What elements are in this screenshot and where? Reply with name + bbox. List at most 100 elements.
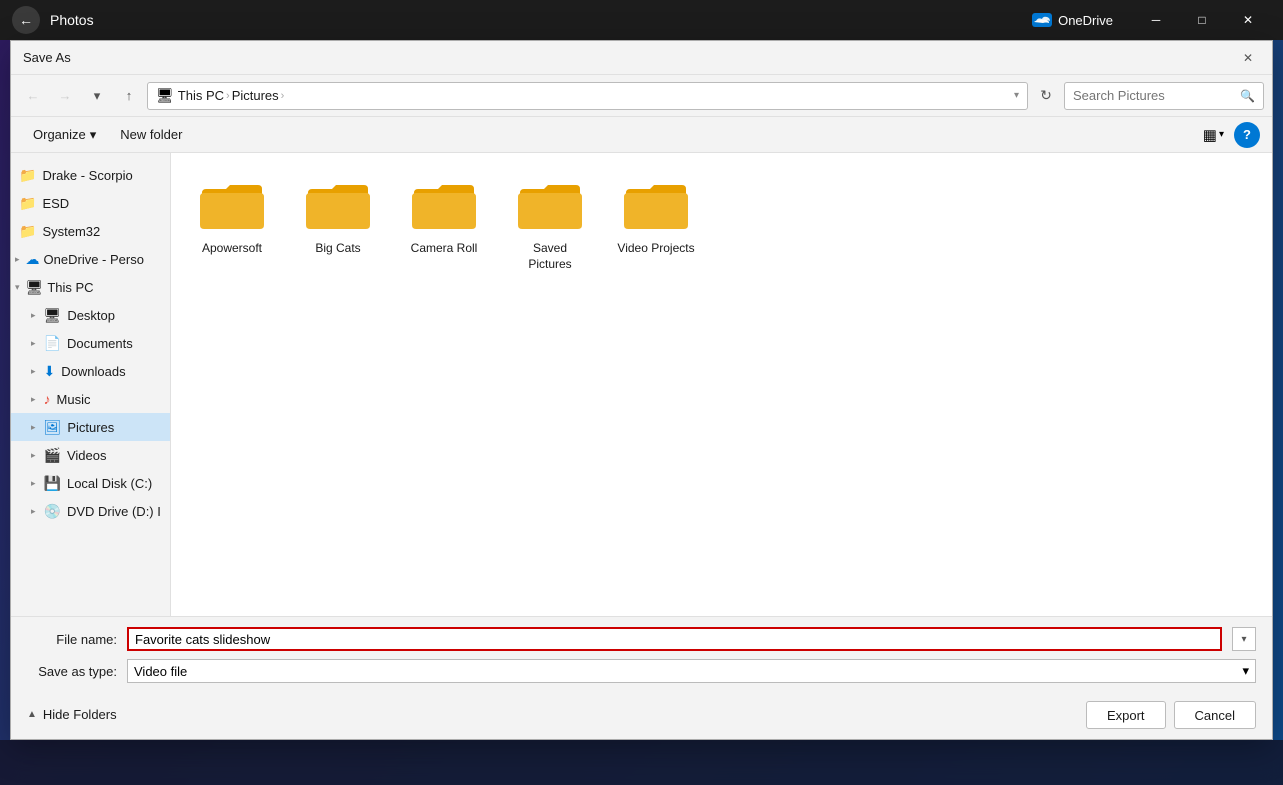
folder-grid: Apowersoft Big Cats bbox=[187, 169, 1256, 278]
location-icon: 🖥 bbox=[156, 87, 174, 104]
folder-item-apowersoft[interactable]: Apowersoft bbox=[187, 169, 277, 278]
onedrive-chevron-icon: ▸ bbox=[15, 254, 20, 265]
sidebar: 📁 Drake - Scorpio 📁 ESD 📁 System32 ▸ ☁ O… bbox=[11, 153, 171, 616]
help-button[interactable]: ? bbox=[1234, 122, 1260, 148]
cancel-button[interactable]: Cancel bbox=[1174, 701, 1256, 729]
sidebar-label-this-pc: This PC bbox=[47, 280, 93, 295]
sidebar-item-music[interactable]: ▸ ♪ Music bbox=[11, 385, 170, 413]
downloads-chevron-icon: ▸ bbox=[31, 366, 36, 377]
sidebar-item-videos[interactable]: ▸ 🎬 Videos bbox=[11, 441, 170, 469]
breadcrumb-pictures: Pictures bbox=[232, 88, 279, 103]
folder-icon-wrap-apowersoft bbox=[196, 175, 268, 235]
close-button[interactable]: ✕ bbox=[1225, 0, 1271, 40]
this-pc-icon: 🖥 bbox=[26, 279, 44, 296]
taskbar bbox=[0, 740, 1283, 785]
videos-chevron-icon: ▸ bbox=[31, 450, 36, 461]
folder-icon-esd: 📁 bbox=[19, 195, 36, 212]
pictures-icon: 🖼 bbox=[44, 419, 62, 436]
music-icon: ♪ bbox=[44, 391, 51, 407]
refresh-icon: ↻ bbox=[1040, 87, 1052, 104]
address-bar: ← → ▾ ↑ 🖥 This PC › Pictures › ▾ ↻ 🔍 bbox=[11, 75, 1272, 117]
folder-icon-wrap-saved-pictures bbox=[514, 175, 586, 235]
filename-chevron-icon: ▾ bbox=[1241, 634, 1246, 645]
documents-chevron-icon: ▸ bbox=[31, 338, 36, 349]
dialog-buttons: Export Cancel bbox=[1086, 693, 1256, 729]
dialog-title: Save As bbox=[23, 50, 71, 65]
folder-item-camera-roll[interactable]: Camera Roll bbox=[399, 169, 489, 278]
export-button[interactable]: Export bbox=[1086, 701, 1166, 729]
filename-chevron-button[interactable]: ▾ bbox=[1232, 627, 1256, 651]
folder-name-big-cats: Big Cats bbox=[315, 241, 360, 257]
filename-input[interactable] bbox=[127, 627, 1222, 651]
sidebar-item-system32[interactable]: 📁 System32 bbox=[11, 217, 170, 245]
address-box[interactable]: 🖥 This PC › Pictures › ▾ bbox=[147, 82, 1028, 110]
view-icon: ▦ bbox=[1203, 126, 1217, 144]
search-box[interactable]: 🔍 bbox=[1064, 82, 1264, 110]
forward-nav-button[interactable]: → bbox=[51, 82, 79, 110]
local-disk-c-icon: 💾 bbox=[44, 475, 61, 492]
organize-chevron-icon: ▾ bbox=[90, 127, 97, 143]
sidebar-item-downloads[interactable]: ▸ ⬇ Downloads bbox=[11, 357, 170, 385]
folder-icon-wrap-camera-roll bbox=[408, 175, 480, 235]
dropdown-nav-icon: ▾ bbox=[94, 88, 101, 104]
dialog-close-button[interactable]: ✕ bbox=[1236, 46, 1260, 70]
folder-item-saved-pictures[interactable]: Saved Pictures bbox=[505, 169, 595, 278]
onedrive-icon bbox=[1032, 13, 1052, 27]
organize-button[interactable]: Organize ▾ bbox=[23, 122, 106, 148]
sidebar-label-desktop: Desktop bbox=[67, 308, 115, 323]
onedrive-section: OneDrive bbox=[1032, 13, 1113, 28]
refresh-button[interactable]: ↻ bbox=[1032, 82, 1060, 110]
search-input[interactable] bbox=[1073, 88, 1234, 103]
dropdown-nav-button[interactable]: ▾ bbox=[83, 82, 111, 110]
sidebar-item-local-disk-c[interactable]: ▸ 💾 Local Disk (C:) bbox=[11, 469, 170, 497]
view-chevron-icon: ▾ bbox=[1219, 129, 1224, 140]
hide-folders-button[interactable]: ▲ Hide Folders bbox=[27, 701, 117, 722]
organize-label: Organize bbox=[33, 127, 86, 142]
sidebar-label-dvd-drive-d: DVD Drive (D:) I bbox=[67, 504, 161, 519]
folder-item-big-cats[interactable]: Big Cats bbox=[293, 169, 383, 278]
sidebar-onedrive-header[interactable]: ▸ ☁ OneDrive - Perso bbox=[11, 245, 170, 273]
minimize-button[interactable]: ─ bbox=[1133, 0, 1179, 40]
app-title: Photos bbox=[50, 12, 1032, 28]
back-nav-button[interactable]: ← bbox=[19, 82, 47, 110]
save-as-dialog: Save As ✕ ← → ▾ ↑ 🖥 This PC › Pictures ›… bbox=[10, 40, 1273, 740]
help-icon: ? bbox=[1243, 127, 1251, 142]
back-button[interactable]: ← bbox=[12, 6, 40, 34]
onedrive-label: OneDrive bbox=[1058, 13, 1113, 28]
sidebar-item-drake-scorpio[interactable]: 📁 Drake - Scorpio bbox=[11, 161, 170, 189]
sidebar-label-esd: ESD bbox=[42, 196, 69, 211]
sidebar-item-documents[interactable]: ▸ 📄 Documents bbox=[11, 329, 170, 357]
folder-icon-system32: 📁 bbox=[19, 223, 36, 240]
sidebar-label-local-disk-c: Local Disk (C:) bbox=[67, 476, 152, 491]
savetype-label: Save as type: bbox=[27, 664, 117, 679]
sidebar-this-pc-header[interactable]: ▾ 🖥 This PC bbox=[11, 273, 170, 301]
sidebar-item-esd[interactable]: 📁 ESD bbox=[11, 189, 170, 217]
sidebar-item-pictures[interactable]: ▸ 🖼 Pictures bbox=[11, 413, 170, 441]
sidebar-label-videos: Videos bbox=[67, 448, 107, 463]
sidebar-label-music: Music bbox=[57, 392, 91, 407]
folder-item-video-projects[interactable]: Video Projects bbox=[611, 169, 701, 278]
sidebar-item-desktop[interactable]: ▸ 🖥 Desktop bbox=[11, 301, 170, 329]
savetype-select[interactable]: Video file ▾ bbox=[127, 659, 1256, 683]
sidebar-label-pictures: Pictures bbox=[67, 420, 114, 435]
toolbar: Organize ▾ New folder ▦ ▾ ? bbox=[11, 117, 1272, 153]
sidebar-item-dvd-drive-d[interactable]: ▸ 💿 DVD Drive (D:) I bbox=[11, 497, 170, 525]
forward-nav-icon: → bbox=[59, 88, 72, 103]
folder-icon: 📁 bbox=[19, 167, 36, 184]
breadcrumb-sep-1: › bbox=[226, 90, 230, 102]
file-name-row: File name: ▾ bbox=[27, 627, 1256, 651]
savetype-chevron-icon: ▾ bbox=[1242, 663, 1249, 679]
view-button[interactable]: ▦ ▾ bbox=[1197, 122, 1230, 148]
sidebar-label-onedrive: OneDrive - Perso bbox=[44, 252, 144, 267]
folder-icon-big-cats bbox=[304, 177, 372, 233]
dialog-titlebar: Save As ✕ bbox=[11, 41, 1272, 75]
desktop-icon: 🖥 bbox=[44, 307, 62, 324]
folder-icon-saved-pictures bbox=[516, 177, 584, 233]
onedrive-sidebar-icon: ☁ bbox=[26, 251, 40, 268]
sidebar-label-drake-scorpio: Drake - Scorpio bbox=[42, 168, 132, 183]
dvd-drive-d-icon: 💿 bbox=[44, 503, 61, 520]
folder-icon-wrap-big-cats bbox=[302, 175, 374, 235]
new-folder-button[interactable]: New folder bbox=[110, 122, 192, 148]
up-nav-button[interactable]: ↑ bbox=[115, 82, 143, 110]
maximize-button[interactable]: □ bbox=[1179, 0, 1225, 40]
